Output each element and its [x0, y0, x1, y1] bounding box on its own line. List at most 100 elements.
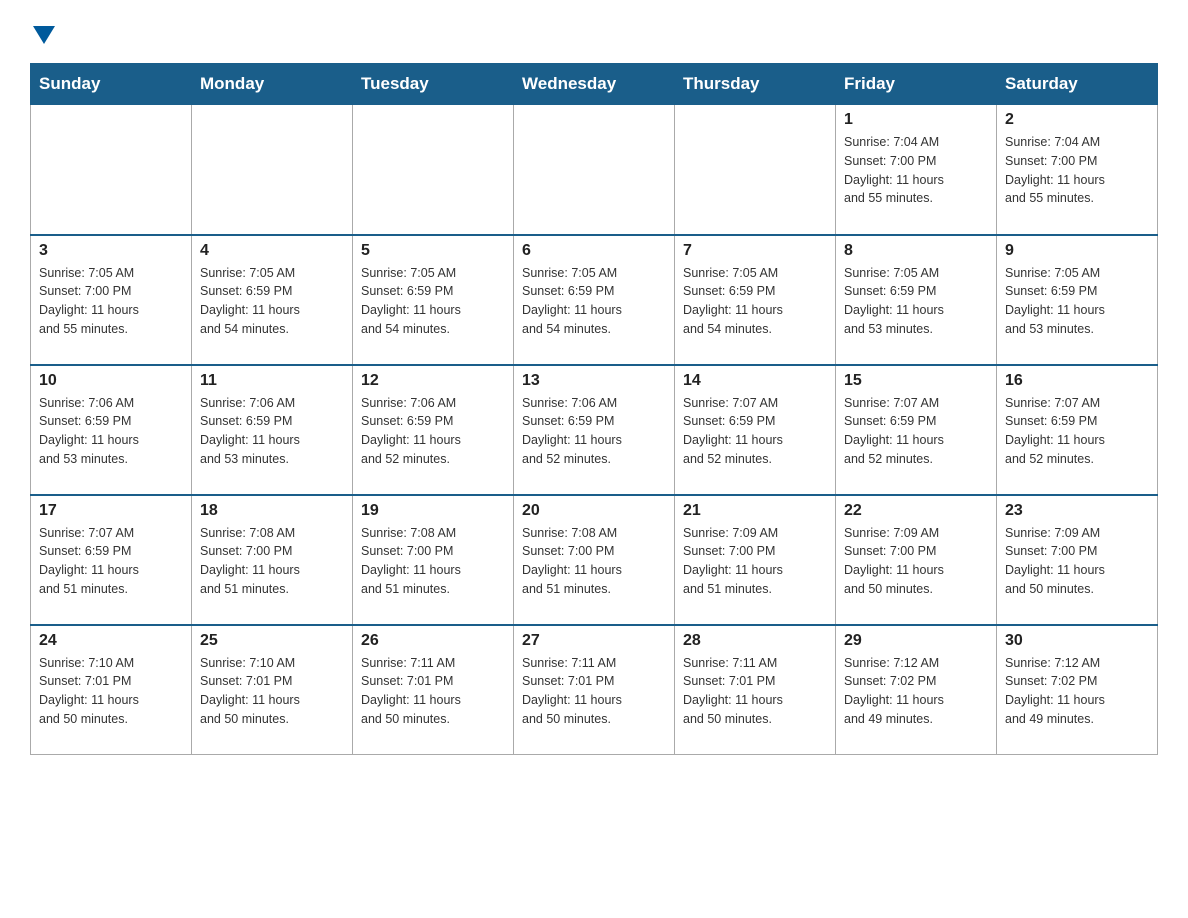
calendar-day-cell: 23 Sunrise: 7:09 AMSunset: 7:00 PMDayligh…	[997, 495, 1158, 625]
calendar-day-cell: 17Sunrise: 7:07 AMSunset: 6:59 PMDayligh…	[31, 495, 192, 625]
column-header-sunday: Sunday	[31, 64, 192, 105]
day-number: 8	[844, 242, 988, 260]
day-number: 29	[844, 632, 988, 650]
day-number: 10	[39, 372, 183, 390]
day-info: Sunrise: 7:05 AMSunset: 6:59 PMDaylight:…	[1005, 264, 1149, 339]
column-header-tuesday: Tuesday	[353, 64, 514, 105]
logo-triangle-icon	[33, 26, 55, 49]
day-number: 14	[683, 372, 827, 390]
calendar-day-cell: 7 Sunrise: 7:05 AMSunset: 6:59 PMDaylight…	[675, 235, 836, 365]
calendar-day-cell: 2Sunrise: 7:04 AMSunset: 7:00 PMDaylight…	[997, 105, 1158, 235]
day-info: Sunrise: 7:05 AMSunset: 6:59 PMDaylight:…	[844, 264, 988, 339]
day-number: 13	[522, 372, 666, 390]
calendar-table: SundayMondayTuesdayWednesdayThursdayFrid…	[30, 63, 1158, 755]
day-info: Sunrise: 7:09 AMSunset: 7:00 PMDaylight:…	[1005, 524, 1149, 599]
column-header-monday: Monday	[192, 64, 353, 105]
day-number: 30	[1005, 632, 1149, 650]
day-number: 23	[1005, 502, 1149, 520]
day-info: Sunrise: 7:09 AMSunset: 7:00 PMDaylight:…	[844, 524, 988, 599]
calendar-day-cell	[192, 105, 353, 235]
day-info: Sunrise: 7:10 AMSunset: 7:01 PMDaylight:…	[39, 654, 183, 729]
day-number: 3	[39, 242, 183, 260]
day-info: Sunrise: 7:08 AMSunset: 7:00 PMDaylight:…	[200, 524, 344, 599]
page-header	[30, 20, 1158, 53]
day-number: 27	[522, 632, 666, 650]
calendar-header-row: SundayMondayTuesdayWednesdayThursdayFrid…	[31, 64, 1158, 105]
calendar-week-row: 10 Sunrise: 7:06 AMSunset: 6:59 PMDayligh…	[31, 365, 1158, 495]
day-info: Sunrise: 7:06 AMSunset: 6:59 PMDaylight:…	[200, 394, 344, 469]
calendar-day-cell: 16Sunrise: 7:07 AMSunset: 6:59 PMDayligh…	[997, 365, 1158, 495]
day-info: Sunrise: 7:06 AMSunset: 6:59 PMDaylight:…	[39, 394, 183, 469]
calendar-day-cell: 25 Sunrise: 7:10 AMSunset: 7:01 PMDayligh…	[192, 625, 353, 755]
day-number: 19	[361, 502, 505, 520]
column-header-friday: Friday	[836, 64, 997, 105]
day-number: 9	[1005, 242, 1149, 260]
day-info: Sunrise: 7:07 AMSunset: 6:59 PMDaylight:…	[844, 394, 988, 469]
day-info: Sunrise: 7:12 AMSunset: 7:02 PMDaylight:…	[844, 654, 988, 729]
calendar-day-cell: 9 Sunrise: 7:05 AMSunset: 6:59 PMDaylight…	[997, 235, 1158, 365]
calendar-day-cell: 13 Sunrise: 7:06 AMSunset: 6:59 PMDayligh…	[514, 365, 675, 495]
calendar-day-cell	[31, 105, 192, 235]
day-info: Sunrise: 7:11 AMSunset: 7:01 PMDaylight:…	[522, 654, 666, 729]
day-info: Sunrise: 7:06 AMSunset: 6:59 PMDaylight:…	[522, 394, 666, 469]
calendar-week-row: 24 Sunrise: 7:10 AMSunset: 7:01 PMDayligh…	[31, 625, 1158, 755]
calendar-day-cell: 21 Sunrise: 7:09 AMSunset: 7:00 PMDayligh…	[675, 495, 836, 625]
day-number: 20	[522, 502, 666, 520]
day-info: Sunrise: 7:08 AMSunset: 7:00 PMDaylight:…	[522, 524, 666, 599]
calendar-day-cell: 28 Sunrise: 7:11 AMSunset: 7:01 PMDayligh…	[675, 625, 836, 755]
calendar-day-cell: 10 Sunrise: 7:06 AMSunset: 6:59 PMDayligh…	[31, 365, 192, 495]
calendar-day-cell: 3 Sunrise: 7:05 AMSunset: 7:00 PMDaylight…	[31, 235, 192, 365]
calendar-day-cell	[675, 105, 836, 235]
day-info: Sunrise: 7:05 AMSunset: 7:00 PMDaylight:…	[39, 264, 183, 339]
day-number: 21	[683, 502, 827, 520]
day-info: Sunrise: 7:05 AMSunset: 6:59 PMDaylight:…	[200, 264, 344, 339]
calendar-day-cell: 27 Sunrise: 7:11 AMSunset: 7:01 PMDayligh…	[514, 625, 675, 755]
day-info: Sunrise: 7:11 AMSunset: 7:01 PMDaylight:…	[683, 654, 827, 729]
calendar-week-row: 1Sunrise: 7:04 AMSunset: 7:00 PMDaylight…	[31, 105, 1158, 235]
calendar-day-cell: 6Sunrise: 7:05 AMSunset: 6:59 PMDaylight…	[514, 235, 675, 365]
day-info: Sunrise: 7:08 AMSunset: 7:00 PMDaylight:…	[361, 524, 505, 599]
calendar-day-cell: 15Sunrise: 7:07 AMSunset: 6:59 PMDayligh…	[836, 365, 997, 495]
day-number: 17	[39, 502, 183, 520]
calendar-day-cell: 30 Sunrise: 7:12 AMSunset: 7:02 PMDayligh…	[997, 625, 1158, 755]
calendar-day-cell: 18 Sunrise: 7:08 AMSunset: 7:00 PMDayligh…	[192, 495, 353, 625]
day-info: Sunrise: 7:05 AMSunset: 6:59 PMDaylight:…	[361, 264, 505, 339]
calendar-day-cell: 11Sunrise: 7:06 AMSunset: 6:59 PMDayligh…	[192, 365, 353, 495]
day-number: 22	[844, 502, 988, 520]
day-info: Sunrise: 7:05 AMSunset: 6:59 PMDaylight:…	[522, 264, 666, 339]
calendar-day-cell	[514, 105, 675, 235]
day-number: 16	[1005, 372, 1149, 390]
day-number: 28	[683, 632, 827, 650]
calendar-day-cell: 8 Sunrise: 7:05 AMSunset: 6:59 PMDaylight…	[836, 235, 997, 365]
calendar-day-cell: 14 Sunrise: 7:07 AMSunset: 6:59 PMDayligh…	[675, 365, 836, 495]
day-number: 4	[200, 242, 344, 260]
calendar-day-cell	[353, 105, 514, 235]
day-number: 12	[361, 372, 505, 390]
calendar-day-cell: 29 Sunrise: 7:12 AMSunset: 7:02 PMDayligh…	[836, 625, 997, 755]
day-info: Sunrise: 7:12 AMSunset: 7:02 PMDaylight:…	[1005, 654, 1149, 729]
day-info: Sunrise: 7:10 AMSunset: 7:01 PMDaylight:…	[200, 654, 344, 729]
calendar-day-cell: 26 Sunrise: 7:11 AMSunset: 7:01 PMDayligh…	[353, 625, 514, 755]
day-number: 25	[200, 632, 344, 650]
calendar-week-row: 3 Sunrise: 7:05 AMSunset: 7:00 PMDaylight…	[31, 235, 1158, 365]
day-number: 24	[39, 632, 183, 650]
calendar-day-cell: 5 Sunrise: 7:05 AMSunset: 6:59 PMDaylight…	[353, 235, 514, 365]
calendar-day-cell: 1Sunrise: 7:04 AMSunset: 7:00 PMDaylight…	[836, 105, 997, 235]
day-info: Sunrise: 7:05 AMSunset: 6:59 PMDaylight:…	[683, 264, 827, 339]
calendar-day-cell: 4 Sunrise: 7:05 AMSunset: 6:59 PMDaylight…	[192, 235, 353, 365]
calendar-day-cell: 19 Sunrise: 7:08 AMSunset: 7:00 PMDayligh…	[353, 495, 514, 625]
day-number: 7	[683, 242, 827, 260]
day-number: 5	[361, 242, 505, 260]
calendar-week-row: 17Sunrise: 7:07 AMSunset: 6:59 PMDayligh…	[31, 495, 1158, 625]
day-info: Sunrise: 7:07 AMSunset: 6:59 PMDaylight:…	[683, 394, 827, 469]
day-info: Sunrise: 7:11 AMSunset: 7:01 PMDaylight:…	[361, 654, 505, 729]
day-number: 26	[361, 632, 505, 650]
day-number: 18	[200, 502, 344, 520]
calendar-day-cell: 22 Sunrise: 7:09 AMSunset: 7:00 PMDayligh…	[836, 495, 997, 625]
day-info: Sunrise: 7:09 AMSunset: 7:00 PMDaylight:…	[683, 524, 827, 599]
calendar-day-cell: 24 Sunrise: 7:10 AMSunset: 7:01 PMDayligh…	[31, 625, 192, 755]
day-info: Sunrise: 7:06 AMSunset: 6:59 PMDaylight:…	[361, 394, 505, 469]
day-info: Sunrise: 7:04 AMSunset: 7:00 PMDaylight:…	[844, 133, 988, 208]
logo	[30, 20, 55, 53]
calendar-day-cell: 12 Sunrise: 7:06 AMSunset: 6:59 PMDayligh…	[353, 365, 514, 495]
